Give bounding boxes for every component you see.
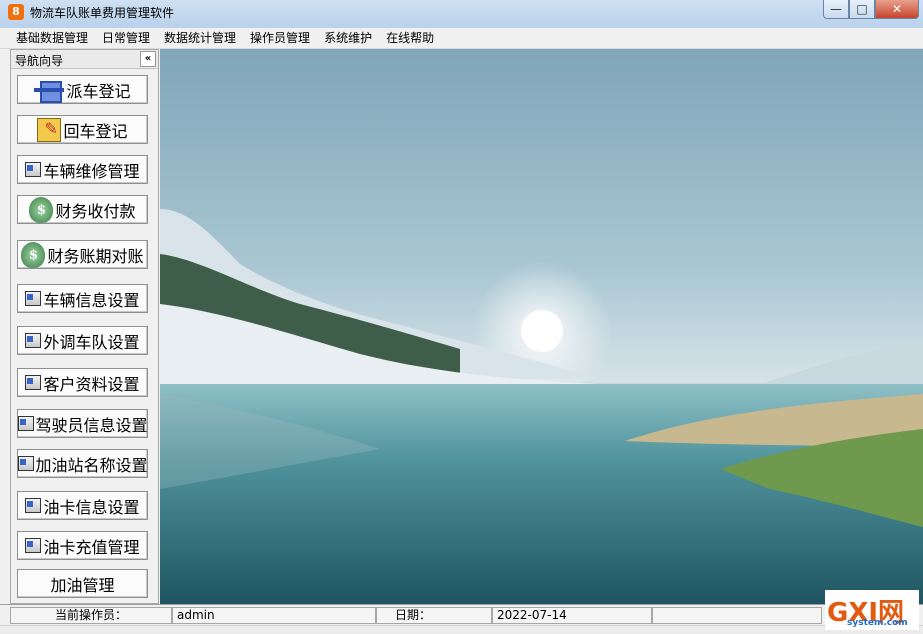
form-icon: [25, 333, 42, 348]
nav-button-label: 回车登记: [63, 121, 128, 141]
window-controls: — □ ✕: [823, 0, 919, 20]
close-button[interactable]: ✕: [875, 0, 919, 19]
money-bag-icon: $: [29, 196, 54, 223]
navigation-panel: 导航向导 « 派车登记 回车登记 车辆维修管理 $ 财务收付款 $ 财务账期对账…: [10, 49, 159, 604]
menu-help[interactable]: 在线帮助: [379, 28, 441, 48]
nav-button-label: 财务账期对账: [47, 246, 144, 266]
nav-button-label: 加油管理: [50, 575, 115, 595]
nav-button-gas-stations[interactable]: 加油站名称设置: [17, 449, 148, 478]
maximize-button[interactable]: □: [849, 0, 875, 19]
nav-title: 导航向导: [15, 54, 64, 68]
nav-button-drivers[interactable]: 驾驶员信息设置: [17, 409, 148, 438]
window-title: 物流车队账单费用管理软件: [30, 6, 175, 20]
minimize-button[interactable]: —: [823, 0, 849, 19]
form-icon: [25, 538, 42, 553]
form-icon: [17, 416, 34, 431]
nav-button-maintenance[interactable]: 车辆维修管理: [17, 155, 148, 184]
nav-button-label: 油卡信息设置: [43, 497, 140, 517]
nav-button-label: 财务收付款: [55, 201, 136, 221]
collapse-panel-button[interactable]: «: [140, 51, 156, 67]
nav-button-refueling[interactable]: 加油管理: [17, 569, 148, 598]
menu-system[interactable]: 系统维护: [317, 28, 379, 48]
money-bag-icon: $: [21, 241, 46, 268]
menu-bar: 基础数据管理 日常管理 数据统计管理 操作员管理 系统维护 在线帮助: [0, 28, 923, 49]
operator-label: 当前操作员：: [10, 607, 172, 624]
nav-button-reconciliation[interactable]: $ 财务账期对账: [17, 240, 148, 269]
menu-daily[interactable]: 日常管理: [95, 28, 157, 48]
nav-button-card-recharge[interactable]: 油卡充值管理: [17, 531, 148, 560]
note-icon: [37, 117, 62, 142]
date-value: 2022-07-14: [492, 607, 652, 624]
nav-button-external-fleet[interactable]: 外调车队设置: [17, 326, 148, 355]
form-icon: [25, 375, 42, 390]
menu-operators[interactable]: 操作员管理: [243, 28, 317, 48]
truck-icon: [34, 78, 65, 103]
date-label: 日期：: [376, 607, 492, 624]
nav-button-dispatch[interactable]: 派车登记: [17, 75, 148, 104]
form-icon: [17, 456, 34, 471]
status-bar: 当前操作员： admin 日期： 2022-07-14: [0, 604, 923, 626]
nav-button-label: 油卡充值管理: [43, 537, 140, 557]
nav-button-vehicles[interactable]: 车辆信息设置: [17, 284, 148, 313]
nav-button-label: 车辆信息设置: [43, 290, 140, 310]
status-empty-cell: [652, 607, 822, 624]
menu-basic-data[interactable]: 基础数据管理: [0, 28, 95, 48]
operator-value: admin: [172, 607, 376, 624]
landscape-illustration: [160, 209, 923, 604]
menu-statistics[interactable]: 数据统计管理: [157, 28, 243, 48]
nav-button-payments[interactable]: $ 财务收付款: [17, 195, 148, 224]
form-icon: [25, 498, 42, 513]
nav-header: 导航向导 «: [11, 50, 158, 69]
title-bar: 8 物流车队账单费用管理软件 — □ ✕: [0, 0, 923, 28]
nav-button-label: 车辆维修管理: [43, 161, 140, 181]
nav-button-label: 驾驶员信息设置: [35, 415, 148, 435]
nav-button-label: 客户资料设置: [43, 374, 140, 394]
nav-button-fuel-cards[interactable]: 油卡信息设置: [17, 491, 148, 520]
form-icon: [25, 162, 42, 177]
nav-button-label: 外调车队设置: [43, 332, 140, 352]
site-watermark: GXI网 system.com: [825, 590, 919, 630]
app-icon: 8: [8, 4, 24, 20]
watermark-url: system.com: [847, 618, 908, 628]
nav-button-label: 派车登记: [66, 81, 131, 101]
nav-button-return[interactable]: 回车登记: [17, 115, 148, 144]
form-icon: [25, 291, 42, 306]
nav-button-label: 加油站名称设置: [35, 455, 148, 475]
background-landscape: [160, 49, 923, 604]
nav-button-customers[interactable]: 客户资料设置: [17, 368, 148, 397]
